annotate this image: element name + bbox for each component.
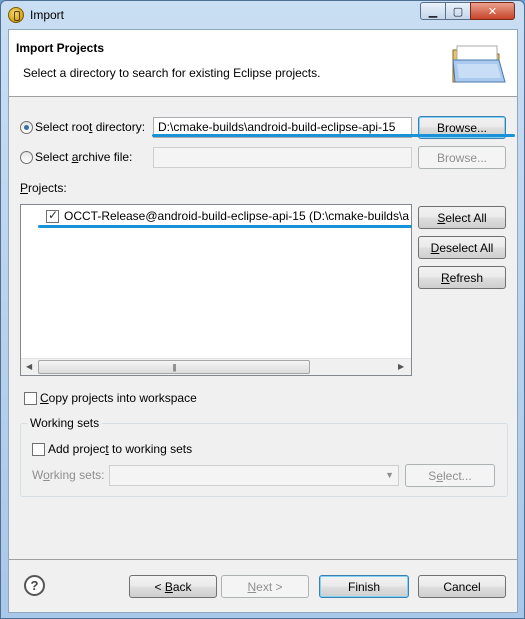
- open-folder-icon: [452, 45, 506, 83]
- select-archive-file-radio[interactable]: [20, 151, 33, 164]
- cancel-button[interactable]: Cancel: [418, 575, 506, 598]
- horizontal-scrollbar[interactable]: ◀ ||| ▶: [21, 358, 411, 375]
- projects-label: Projects:: [20, 181, 67, 195]
- list-item[interactable]: OCCT-Release@android-build-eclipse-api-1…: [25, 208, 409, 226]
- select-root-directory-radio[interactable]: [20, 121, 33, 134]
- select-all-button[interactable]: Select All: [418, 206, 506, 229]
- maximize-icon: ▢: [452, 5, 464, 18]
- import-dialog-window: Import ▁ ▢ ✕ Import Projects Select a di…: [0, 0, 525, 619]
- close-button[interactable]: ✕: [470, 2, 515, 20]
- next-label: Next >: [247, 579, 283, 594]
- eclipse-icon: [8, 7, 24, 23]
- title-bar[interactable]: Import ▁ ▢ ✕: [1, 1, 524, 29]
- help-icon[interactable]: ?: [24, 575, 45, 596]
- refresh-label: Refresh: [440, 270, 484, 285]
- finish-label: Finish: [347, 579, 380, 594]
- cancel-label: Cancel: [443, 579, 481, 594]
- dialog-client-area: Import Projects Select a directory to se…: [8, 29, 518, 613]
- select-archive-file-label[interactable]: Select archive file:: [35, 150, 132, 164]
- page-description: Select a directory to search for existin…: [23, 66, 321, 80]
- chevron-down-icon[interactable]: ▼: [385, 470, 394, 480]
- working-sets-group-title: Working sets: [27, 416, 103, 430]
- wizard-header: Import Projects Select a directory to se…: [9, 30, 517, 97]
- deselect-all-label: Deselect All: [430, 240, 494, 255]
- browse-archive-label: Browse...: [436, 150, 487, 165]
- select-all-label: Select All: [437, 210, 487, 225]
- highlight-underline-root: [152, 134, 515, 137]
- close-icon: ✕: [487, 5, 498, 18]
- highlight-underline-project: [38, 225, 412, 228]
- finish-button[interactable]: Finish: [319, 575, 409, 598]
- copy-projects-checkbox[interactable]: [24, 392, 37, 405]
- window-title: Import: [30, 8, 65, 22]
- add-to-working-sets-label[interactable]: Add project to working sets: [48, 442, 192, 456]
- projects-list[interactable]: OCCT-Release@android-build-eclipse-api-1…: [20, 204, 412, 376]
- project-label[interactable]: OCCT-Release@android-build-eclipse-api-1…: [64, 209, 409, 223]
- working-sets-combo[interactable]: ▼: [109, 465, 399, 486]
- browse-root-label: Browse...: [436, 120, 487, 135]
- back-label: < Back: [154, 579, 192, 594]
- next-button[interactable]: Next >: [221, 575, 309, 598]
- select-root-directory-label[interactable]: Select root directory:: [35, 120, 145, 134]
- page-title: Import Projects: [16, 41, 105, 55]
- back-button[interactable]: < Back: [129, 575, 217, 598]
- archive-file-input[interactable]: [153, 147, 412, 168]
- select-working-sets-button[interactable]: Select...: [405, 464, 495, 487]
- select-working-sets-label: Select...: [428, 468, 472, 483]
- add-to-working-sets-checkbox[interactable]: [32, 443, 45, 456]
- working-sets-group: Working sets Add project to working sets…: [20, 416, 508, 497]
- copy-projects-label[interactable]: Copy projects into workspace: [40, 391, 197, 405]
- scroll-left-icon[interactable]: ◀: [26, 362, 32, 371]
- maximize-button[interactable]: ▢: [445, 2, 471, 20]
- scroll-right-icon[interactable]: ▶: [398, 362, 404, 371]
- deselect-all-button[interactable]: Deselect All: [418, 236, 506, 259]
- project-checkbox[interactable]: [46, 208, 59, 223]
- scroll-thumb[interactable]: |||: [38, 360, 310, 374]
- minimize-button[interactable]: ▁: [420, 2, 446, 20]
- browse-archive-button[interactable]: Browse...: [418, 146, 506, 169]
- working-sets-label: Working sets:: [32, 468, 105, 482]
- refresh-button[interactable]: Refresh: [418, 266, 506, 289]
- footer-separator: [9, 559, 517, 560]
- minimize-icon: ▁: [428, 5, 438, 18]
